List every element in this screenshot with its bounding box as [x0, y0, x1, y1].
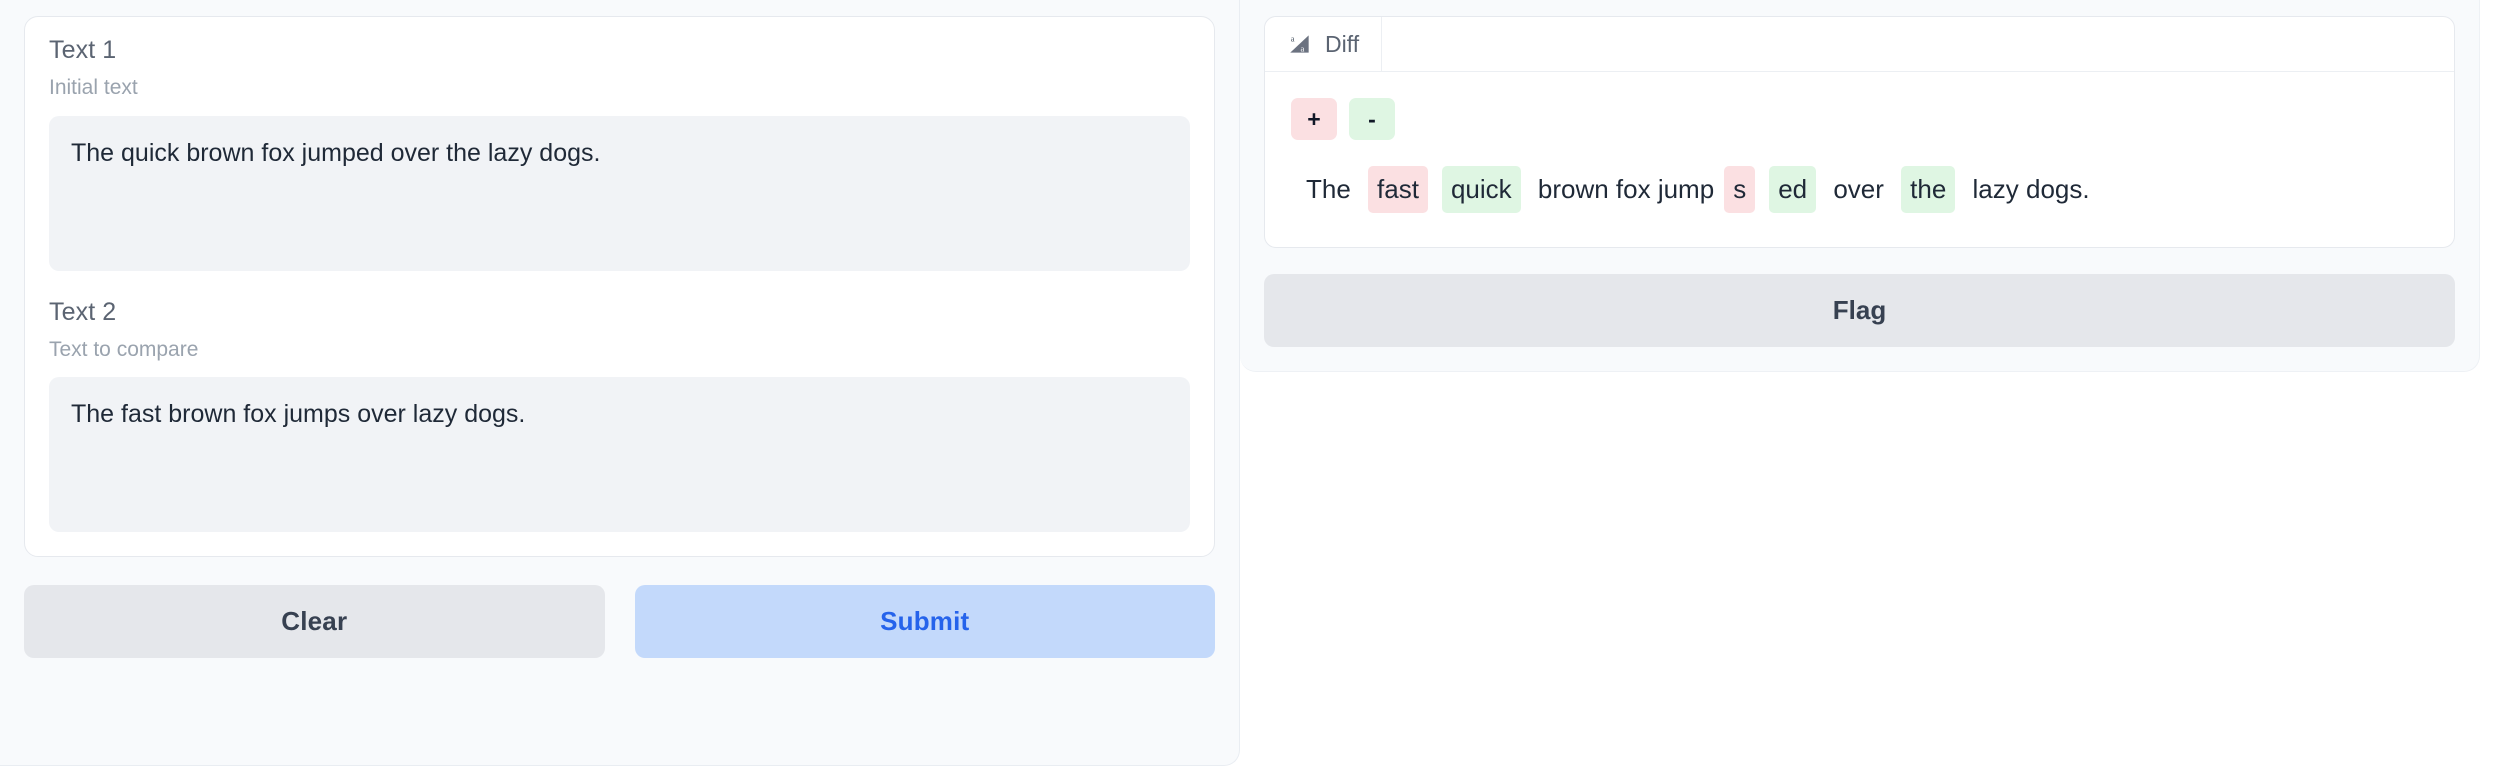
diff-token-insert: s [1724, 166, 1756, 214]
diff-token-insert: fast [1368, 166, 1428, 214]
legend-insert-chip[interactable]: + [1291, 98, 1337, 140]
text1-input[interactable] [49, 115, 1190, 271]
svg-text:a: a [1291, 33, 1295, 43]
input-card: Text 1 Initial text Text 2 Text to compa… [24, 16, 1215, 558]
submit-button[interactable]: Submit [634, 585, 1215, 659]
output-panel: a a Diff + - The fast quick brown fox jum… [1240, 0, 2502, 766]
input-panel: Text 1 Initial text Text 2 Text to compa… [0, 0, 1240, 766]
svg-text:a: a [1301, 44, 1305, 54]
text-diff-icon: a a [1287, 31, 1313, 57]
diff-token-delete: quick [1441, 166, 1521, 214]
text2-field-group: Text 2 Text to compare [49, 297, 1190, 533]
flag-button[interactable]: Flag [1264, 274, 2455, 348]
diff-text-line: The fast quick brown fox jump s ed over the… [1291, 166, 2428, 214]
text2-label: Text 2 [49, 297, 117, 326]
action-button-row: Clear Submit [24, 585, 1215, 659]
output-panel-inner: a a Diff + - The fast quick brown fox jum… [1240, 0, 2480, 373]
text1-field-group: Text 1 Initial text [49, 35, 1190, 271]
diff-token-delete: the [1901, 166, 1956, 214]
clear-button[interactable]: Clear [24, 585, 605, 659]
diff-token-equal: over [1826, 174, 1892, 204]
app-root: Text 1 Initial text Text 2 Text to compa… [0, 0, 2502, 766]
tab-diff-label: Diff [1325, 30, 1360, 57]
text1-info: Initial text [49, 76, 138, 100]
legend-delete-chip[interactable]: - [1349, 98, 1395, 140]
diff-token-delete: ed [1769, 166, 1817, 214]
diff-body: + - The fast quick brown fox jump s ed over… [1265, 72, 2454, 247]
diff-legend: + - [1291, 98, 2428, 140]
diff-card: a a Diff + - The fast quick brown fox jum… [1264, 16, 2455, 249]
text1-label: Text 1 [49, 36, 117, 64]
tab-strip: a a Diff [1265, 17, 2454, 72]
diff-token-equal: The [1306, 174, 1359, 204]
tab-diff[interactable]: a a Diff [1265, 17, 1383, 71]
diff-token-equal: lazy dogs. [1965, 174, 2090, 204]
text2-info: Text to compare [49, 337, 199, 361]
diff-token-equal: brown fox jump [1530, 174, 1715, 204]
text2-input[interactable] [49, 377, 1190, 533]
